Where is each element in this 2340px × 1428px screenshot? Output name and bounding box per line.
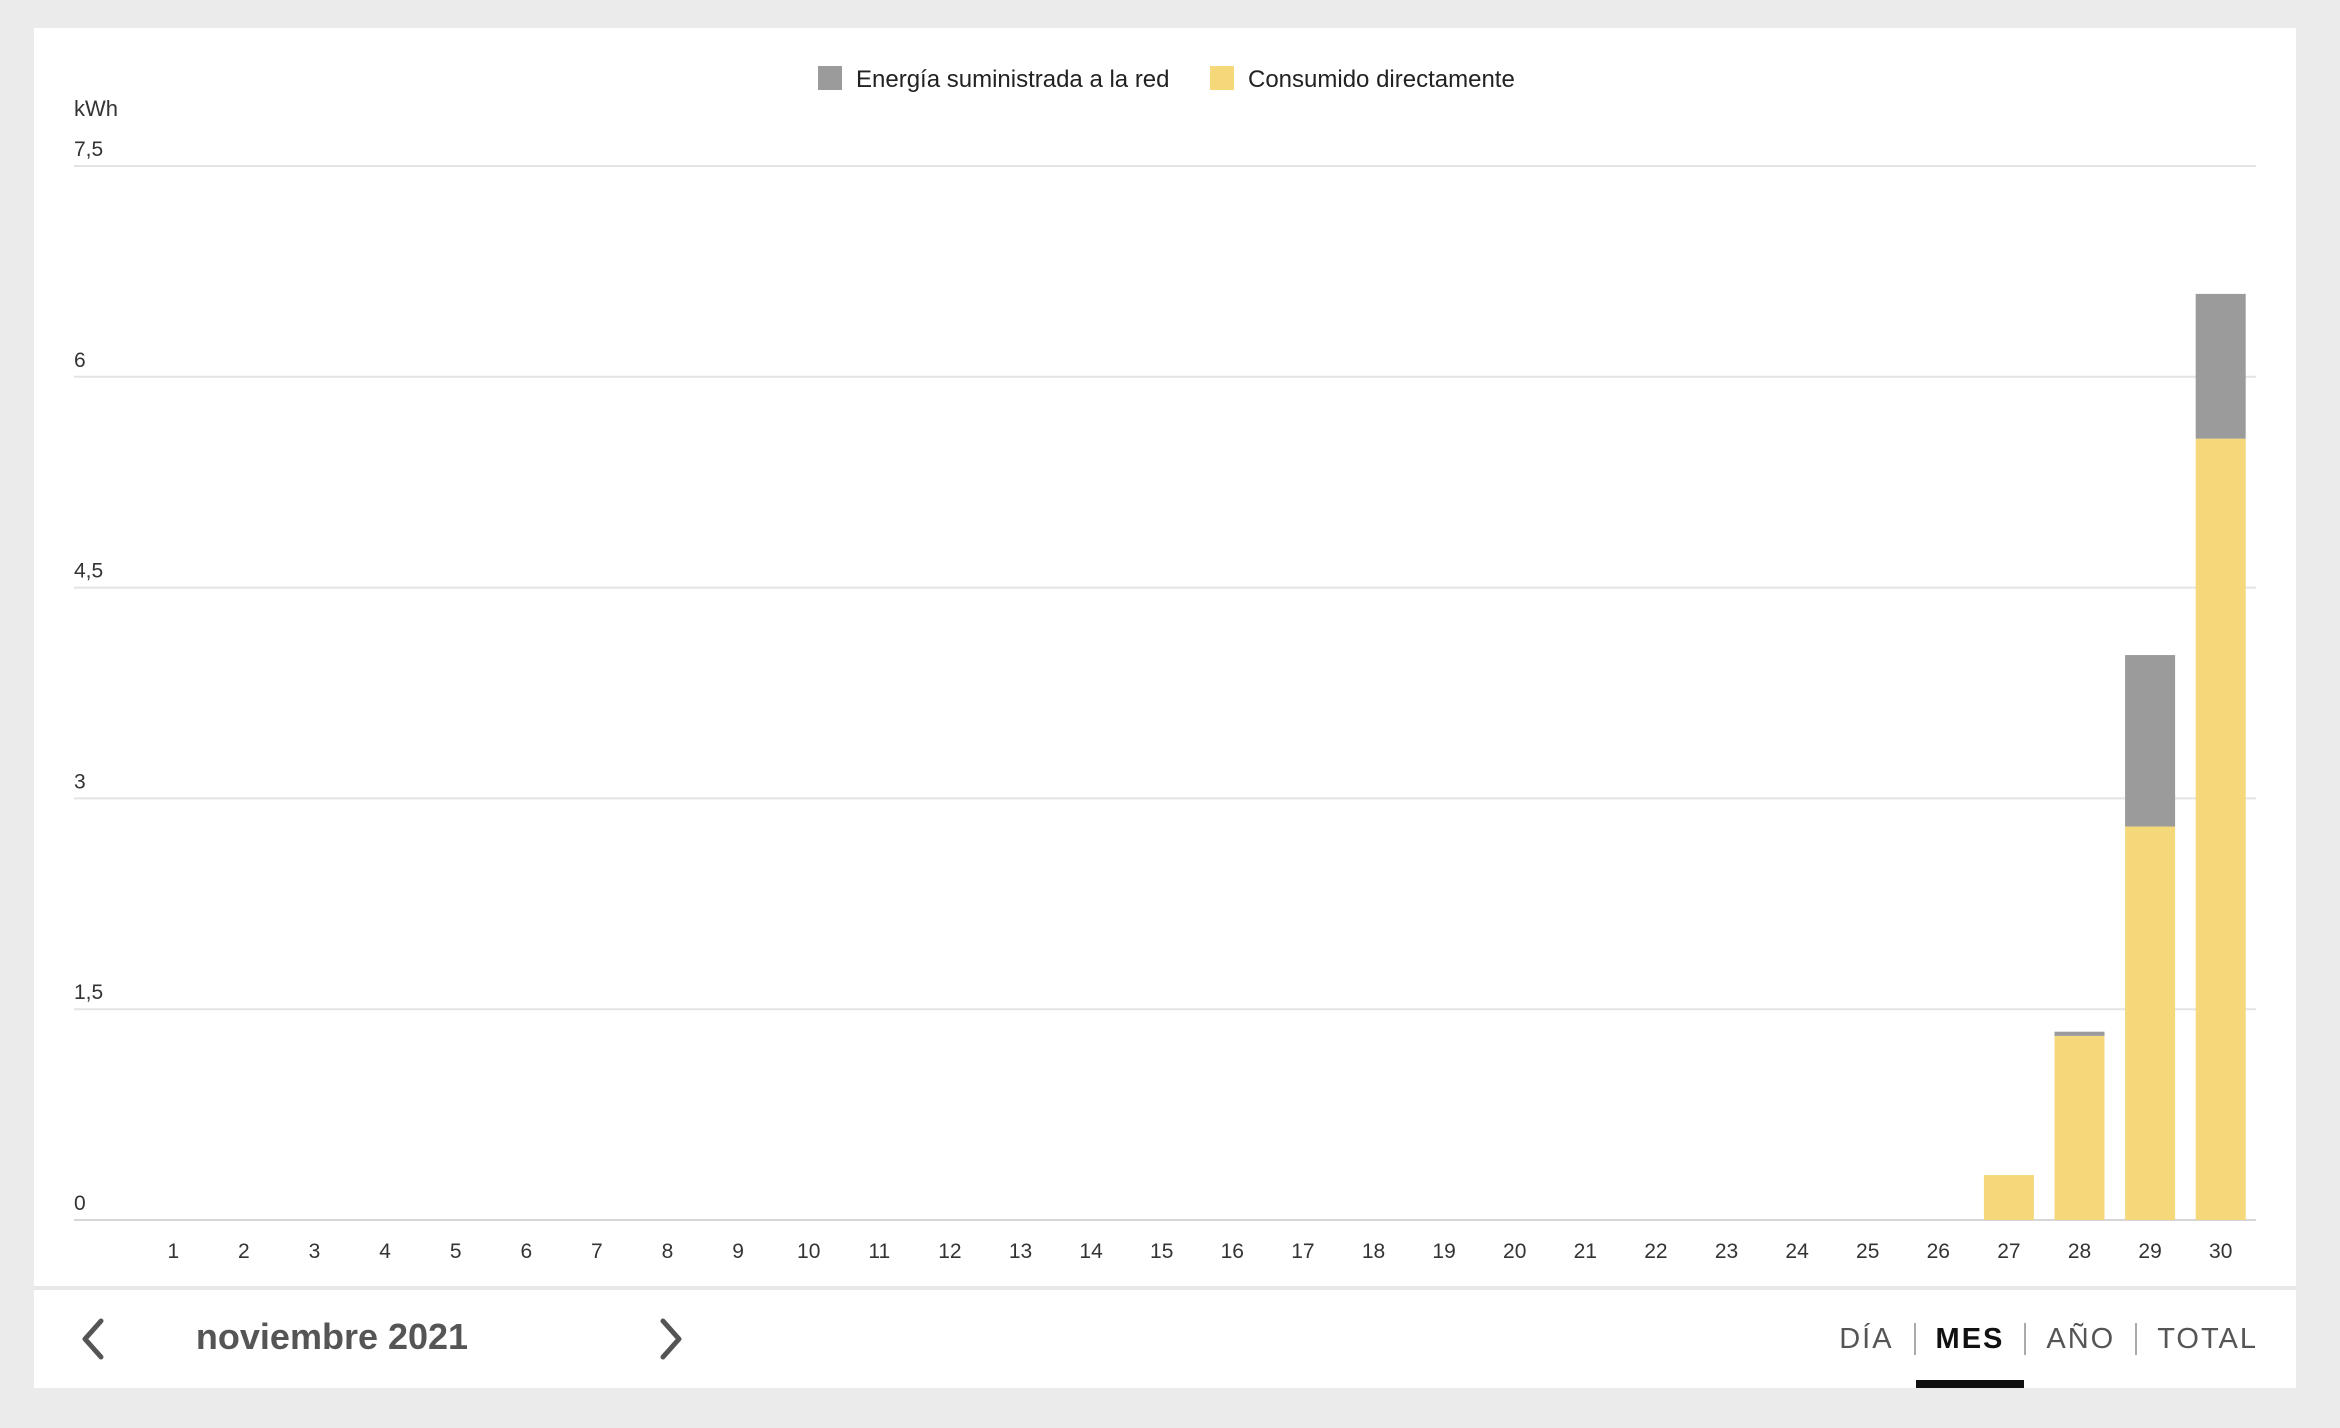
legend-swatch-direct-consumption <box>1210 66 1234 90</box>
y-tick-label: 0 <box>74 1192 86 1215</box>
x-tick-label: 13 <box>1009 1240 1032 1263</box>
x-tick-label: 21 <box>1574 1240 1597 1263</box>
tab-dia[interactable]: DÍA <box>1819 1290 1913 1388</box>
y-axis-unit-label: kWh <box>74 96 118 121</box>
bar-segment <box>2195 438 2246 1221</box>
x-tick-label: 25 <box>1856 1240 1879 1263</box>
y-tick-label: 3 <box>74 770 86 793</box>
x-tick-label: 22 <box>1644 1240 1667 1263</box>
x-tick-label: 19 <box>1432 1240 1455 1263</box>
x-tick-label: 12 <box>938 1240 961 1263</box>
bar-segment <box>1983 1175 2034 1220</box>
previous-period-button[interactable] <box>58 1304 128 1374</box>
x-tick-label: 1 <box>167 1240 179 1263</box>
y-tick-label: 4,5 <box>74 560 103 583</box>
y-tick-label: 1,5 <box>74 981 103 1004</box>
chevron-left-icon <box>82 1318 104 1360</box>
x-tick-label: 14 <box>1079 1240 1103 1263</box>
x-tick-label: 28 <box>2068 1240 2091 1263</box>
x-tick-label: 18 <box>1362 1240 1385 1263</box>
chart-legend: Energía suministrada a la red Consumido d… <box>818 66 1515 93</box>
gridlines <box>74 165 2256 1221</box>
tab-total[interactable]: TOTAL <box>2137 1290 2278 1388</box>
stacked-bar-chart: Energía suministrada a la red Consumido d… <box>74 66 2256 1263</box>
period-navigation: noviembre 2021 DÍA MES AÑO TOTAL <box>34 1290 2296 1388</box>
bar-segment <box>2054 1035 2105 1220</box>
period-tabs: DÍA MES AÑO TOTAL <box>1819 1290 2278 1388</box>
bar-segment <box>2195 293 2246 439</box>
x-tick-label: 6 <box>520 1240 532 1263</box>
x-tick-label: 5 <box>450 1240 462 1263</box>
bar-segment <box>2125 826 2176 1220</box>
next-period-button[interactable] <box>636 1304 706 1374</box>
legend-swatch-grid-supplied <box>818 66 842 90</box>
legend-label-grid-supplied: Energía suministrada a la red <box>856 66 1170 93</box>
x-tick-label: 27 <box>1997 1240 2020 1263</box>
legend-label-direct-consumption: Consumido directamente <box>1248 66 1515 93</box>
x-tick-label: 26 <box>1927 1240 1950 1263</box>
x-tick-label: 24 <box>1785 1240 1809 1263</box>
x-tick-label: 29 <box>2138 1240 2161 1263</box>
x-tick-label: 4 <box>379 1240 391 1263</box>
x-tick-label: 10 <box>797 1240 820 1263</box>
x-tick-label: 30 <box>2209 1240 2232 1263</box>
bar-segment <box>2125 655 2176 827</box>
x-tick-label: 7 <box>591 1240 603 1263</box>
x-tick-label: 3 <box>309 1240 321 1263</box>
bars <box>1983 293 2246 1221</box>
x-tick-label: 8 <box>662 1240 674 1263</box>
y-tick-label: 6 <box>74 349 86 372</box>
chevron-right-icon <box>660 1318 682 1360</box>
chart-card: Energía suministrada a la red Consumido d… <box>34 28 2296 1288</box>
y-axis-ticks: 0 1,5 3 4,5 6 7,5 <box>74 138 103 1215</box>
tab-mes[interactable]: MES <box>1915 1290 2025 1388</box>
x-tick-label: 17 <box>1291 1240 1314 1263</box>
x-tick-label: 20 <box>1503 1240 1526 1263</box>
y-tick-label: 7,5 <box>74 138 103 161</box>
x-axis-ticks: 1 2 3 4 5 6 7 8 9 10 11 12 13 14 15 16 17 18 19 20 21 22 23 24 2… <box>167 1240 2232 1263</box>
x-tick-label: 23 <box>1715 1240 1738 1263</box>
x-tick-label: 2 <box>238 1240 250 1263</box>
x-tick-label: 11 <box>868 1240 890 1263</box>
period-label: noviembre 2021 <box>195 1316 469 1357</box>
x-tick-label: 9 <box>732 1240 744 1263</box>
bar-segment <box>2054 1031 2105 1036</box>
x-tick-label: 16 <box>1221 1240 1244 1263</box>
tab-ano[interactable]: AÑO <box>2026 1290 2135 1388</box>
x-tick-label: 15 <box>1150 1240 1173 1263</box>
